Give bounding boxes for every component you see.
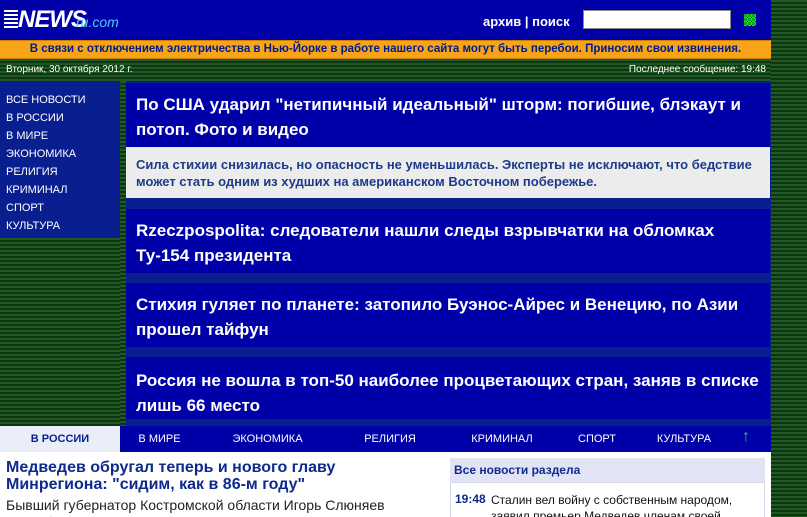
sidebar-item-world[interactable]: В МИРЕ [0,127,120,145]
headline-text[interactable]: Россия не вошла в топ-50 наиболее процве… [136,371,759,415]
outage-alert: В связи с отключением электричества в Нь… [0,40,771,59]
section-content: Медведев обругал теперь и нового главу М… [0,452,771,517]
sidebar-item-economy[interactable]: ЭКОНОМИКА [0,145,120,163]
newsru-logo[interactable]: NEWS ru.com [4,6,134,34]
tab-culture[interactable]: КУЛЬТУРА [648,426,720,452]
sidebar-item-russia[interactable]: В РОССИИ [0,109,120,127]
search-link[interactable]: поиск [532,14,570,29]
date-bar: Вторник, 30 октября 2012 г. Последнее со… [0,59,771,81]
grid-icon[interactable] [744,14,756,26]
tab-russia[interactable]: В РОССИИ [0,426,120,452]
last-message-time: Последнее сообщение: 19:48 [628,64,766,75]
sidebar-filler [0,238,120,426]
section-news-box: Все новости раздела 19:48 Сталин вел вой… [450,458,765,517]
news-text[interactable]: Сталин вел войну с собственным народом, … [491,492,761,517]
lead-summary: Сила стихии снизилась, но опасность не у… [126,147,770,198]
sidebar-item-sport[interactable]: СПОРТ [0,199,120,217]
section-tabs: В РОССИИ В МИРЕ ЭКОНОМИКА РЕЛИГИЯ КРИМИН… [0,426,771,452]
sidebar-item-religion[interactable]: РЕЛИГИЯ [0,163,120,181]
tab-religion[interactable]: РЕЛИГИЯ [350,426,430,452]
tab-sport[interactable]: СПОРТ [568,426,626,452]
headline-card[interactable]: Россия не вошла в топ-50 наиболее процве… [126,357,770,419]
current-date: Вторник, 30 октября 2012 г. [6,64,133,75]
logo-sub-text: ru.com [76,14,119,30]
section-news-item: 19:48 Сталин вел войну с собственным нар… [450,482,765,517]
headline-text[interactable]: По США ударил "нетипичный идеальный" што… [136,95,741,139]
news-time: 19:48 [455,492,486,506]
sidebar: ВСЕ НОВОСТИ В РОССИИ В МИРЕ ЭКОНОМИКА РЕ… [0,83,120,238]
sidebar-item-all-news[interactable]: ВСЕ НОВОСТИ [0,91,120,109]
tab-crime[interactable]: КРИМИНАЛ [462,426,542,452]
tab-world[interactable]: В МИРЕ [122,426,197,452]
headline-card[interactable]: Rzeczpospolita: следователи нашли следы … [126,209,770,273]
page: NEWS ru.com архив | поиск В связи с откл… [0,0,771,517]
headline-text[interactable]: Стихия гуляет по планете: затопило Буэно… [136,295,738,339]
nav-separator: | [524,14,529,29]
archive-link[interactable]: архив [483,14,521,29]
search-input[interactable] [583,10,731,29]
sidebar-item-culture[interactable]: КУЛЬТУРА [0,217,120,235]
header: NEWS ru.com архив | поиск [0,0,771,40]
sidebar-item-crime[interactable]: КРИМИНАЛ [0,181,120,199]
header-nav: архив | поиск [483,14,570,29]
tab-economy[interactable]: ЭКОНОМИКА [220,426,315,452]
arrow-up-icon[interactable]: ↑ [742,428,750,446]
headline-card[interactable]: Стихия гуляет по планете: затопило Буэно… [126,283,770,347]
headline-card[interactable]: По США ударил "нетипичный идеальный" што… [126,83,770,147]
section-news-title[interactable]: Все новости раздела [454,463,580,477]
article-lead: Бывший губернатор Костромской области Иг… [6,497,407,517]
logo-stripes-icon [4,10,18,30]
article-title[interactable]: Медведев обругал теперь и нового главу М… [6,459,426,493]
headline-text[interactable]: Rzeczpospolita: следователи нашли следы … [136,221,714,265]
